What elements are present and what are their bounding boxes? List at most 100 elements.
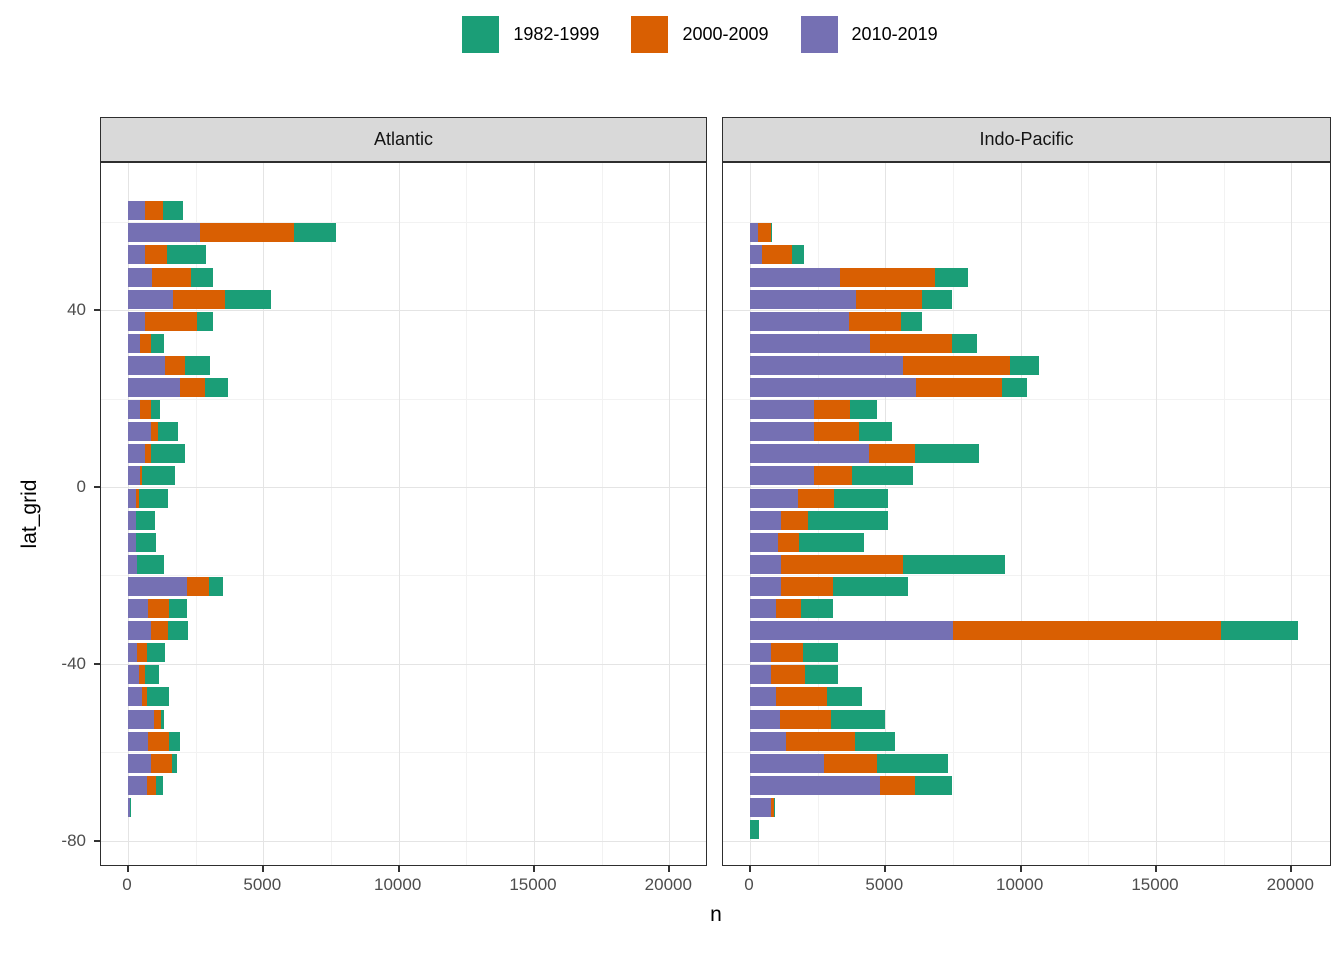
x-tick-mark xyxy=(1290,866,1292,872)
bar-segment-2000-2009 xyxy=(814,422,859,441)
bar-segment-2000-2009 xyxy=(903,356,1010,375)
bar-segment-1982-1999 xyxy=(139,489,167,508)
bar-segment-2000-2009 xyxy=(152,268,191,287)
x-tick-mark xyxy=(1155,866,1157,872)
bar-segment-1982-1999 xyxy=(827,687,862,706)
bar-segment-2010-2019 xyxy=(128,489,136,508)
bar-segment-2010-2019 xyxy=(750,268,840,287)
bar-segment-1982-1999 xyxy=(801,599,833,618)
bar-segment-2000-2009 xyxy=(151,621,168,640)
bar-segment-2010-2019 xyxy=(750,732,786,751)
bar-segment-2010-2019 xyxy=(750,400,814,419)
bar-segment-1982-1999 xyxy=(831,710,885,729)
bar-segment-2010-2019 xyxy=(128,223,200,242)
bar-segment-2010-2019 xyxy=(750,599,776,618)
bar-segment-1982-1999 xyxy=(185,356,210,375)
bar-segment-2010-2019 xyxy=(750,312,849,331)
gridline-horizontal-minor xyxy=(723,222,1330,223)
bar-segment-1982-1999 xyxy=(151,400,161,419)
x-tick-mark xyxy=(668,866,670,872)
bar-segment-2010-2019 xyxy=(750,422,814,441)
y-tick-mark xyxy=(94,309,100,311)
bar-segment-1982-1999 xyxy=(877,754,948,773)
bar-segment-2000-2009 xyxy=(849,312,901,331)
gridline-horizontal-major xyxy=(723,841,1330,842)
bar-segment-2000-2009 xyxy=(151,754,172,773)
bar-segment-2000-2009 xyxy=(870,334,951,353)
bar-segment-2010-2019 xyxy=(128,312,145,331)
bar-segment-2000-2009 xyxy=(771,643,802,662)
bar-segment-2010-2019 xyxy=(750,466,814,485)
bar-segment-1982-1999 xyxy=(915,776,952,795)
bar-segment-1982-1999 xyxy=(805,665,837,684)
bar-segment-1982-1999 xyxy=(792,245,805,264)
x-tick-label: 10000 xyxy=(374,875,421,895)
bar-segment-2010-2019 xyxy=(750,643,771,662)
bar-segment-1982-1999 xyxy=(294,223,336,242)
bar-segment-1982-1999 xyxy=(158,422,179,441)
bar-segment-2000-2009 xyxy=(916,378,1002,397)
bar-segment-1982-1999 xyxy=(915,444,979,463)
bar-segment-2000-2009 xyxy=(840,268,934,287)
bar-segment-1982-1999 xyxy=(197,312,213,331)
bar-segment-2000-2009 xyxy=(798,489,833,508)
bar-segment-2000-2009 xyxy=(145,444,152,463)
bar-segment-2010-2019 xyxy=(128,643,137,662)
bar-segment-1982-1999 xyxy=(169,599,187,618)
bar-segment-2010-2019 xyxy=(128,776,147,795)
bar-segment-2010-2019 xyxy=(128,334,140,353)
bar-segment-2010-2019 xyxy=(128,290,173,309)
bar-segment-2010-2019 xyxy=(128,621,151,640)
bar-segment-2010-2019 xyxy=(750,555,781,574)
bar-segment-2000-2009 xyxy=(781,577,833,596)
x-tick-mark xyxy=(533,866,535,872)
bar-segment-2000-2009 xyxy=(781,511,808,530)
bar-segment-1982-1999 xyxy=(172,754,177,773)
gridline-vertical-minor xyxy=(1224,163,1225,865)
x-tick-mark xyxy=(749,866,751,872)
facet-strip-label: Atlantic xyxy=(374,129,433,150)
bar-segment-1982-1999 xyxy=(903,555,1005,574)
bar-segment-1982-1999 xyxy=(808,511,888,530)
bar-segment-2000-2009 xyxy=(140,400,150,419)
legend-key-swatch xyxy=(801,16,838,53)
bar-segment-1982-1999 xyxy=(156,776,164,795)
gridline-horizontal-minor xyxy=(101,752,706,753)
bar-segment-1982-1999 xyxy=(205,378,228,397)
bar-segment-2010-2019 xyxy=(128,599,148,618)
gridline-vertical-major xyxy=(1156,163,1157,865)
bar-segment-2010-2019 xyxy=(750,334,870,353)
legend-key-swatch xyxy=(631,16,668,53)
bar-segment-2010-2019 xyxy=(750,798,771,817)
y-tick-label: 40 xyxy=(28,300,86,320)
bar-segment-2000-2009 xyxy=(165,356,186,375)
x-tick-mark xyxy=(127,866,129,872)
bar-segment-2000-2009 xyxy=(824,754,877,773)
bar-segment-1982-1999 xyxy=(855,732,894,751)
bar-segment-2010-2019 xyxy=(128,754,151,773)
x-tick-label: 0 xyxy=(122,875,131,895)
bar-segment-1982-1999 xyxy=(137,555,164,574)
bar-segment-2000-2009 xyxy=(953,621,1221,640)
facet-panel xyxy=(100,162,707,866)
bar-segment-1982-1999 xyxy=(168,621,188,640)
facet-panel xyxy=(722,162,1331,866)
bar-segment-1982-1999 xyxy=(136,533,157,552)
bar-segment-1982-1999 xyxy=(167,245,206,264)
bar-segment-1982-1999 xyxy=(771,223,773,242)
bar-segment-2000-2009 xyxy=(180,378,204,397)
y-tick-mark xyxy=(94,840,100,842)
x-tick-label: 20000 xyxy=(645,875,692,895)
bar-segment-1982-1999 xyxy=(799,533,864,552)
bar-segment-2000-2009 xyxy=(762,245,792,264)
bar-segment-1982-1999 xyxy=(935,268,969,287)
bar-segment-1982-1999 xyxy=(225,290,271,309)
bar-segment-1982-1999 xyxy=(136,511,155,530)
bar-segment-2010-2019 xyxy=(128,555,137,574)
bar-segment-1982-1999 xyxy=(130,798,131,817)
bar-segment-2000-2009 xyxy=(814,400,850,419)
faceted-stacked-bar-chart: 1982-19992000-20092010-2019 lat_grid n A… xyxy=(0,0,1344,960)
legend-key-swatch xyxy=(462,16,499,53)
gridline-horizontal-major xyxy=(101,487,706,488)
bar-segment-1982-1999 xyxy=(803,643,838,662)
